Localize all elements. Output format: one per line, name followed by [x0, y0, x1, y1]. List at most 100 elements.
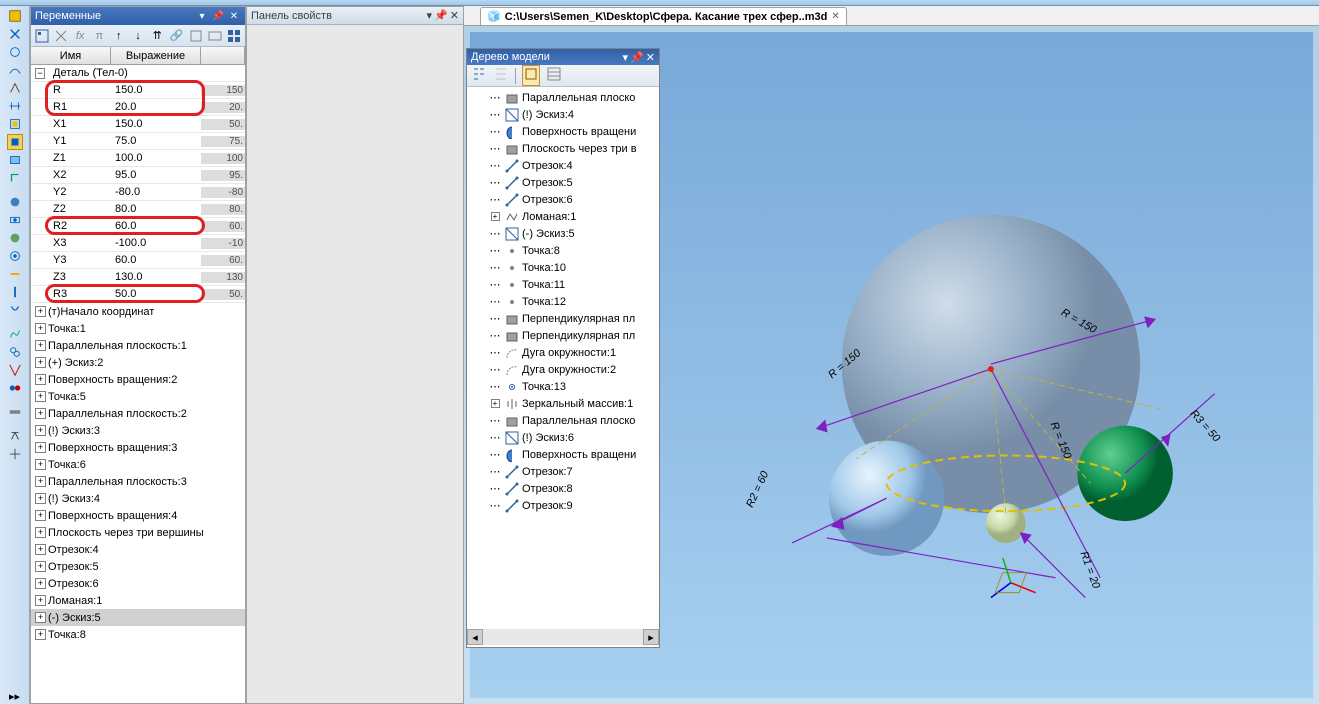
feature-tree-row[interactable]: +(!) Эскиз:4: [31, 490, 245, 507]
feature-tree-row[interactable]: +Точка:1: [31, 320, 245, 337]
var-root-label[interactable]: Деталь (Тел-0): [49, 67, 245, 79]
model-tree-row[interactable]: ⋯Параллельная плоско: [469, 412, 657, 429]
variable-row[interactable]: Y1 75.0 75.: [31, 133, 245, 150]
tool-icon[interactable]: [7, 326, 23, 342]
scroll-right-icon[interactable]: ▸: [643, 629, 659, 645]
model-tree-row[interactable]: ⋯(!) Эскиз:6: [469, 429, 657, 446]
var-expression[interactable]: 60.0: [111, 254, 201, 266]
variable-row[interactable]: X3 -100.0 -10: [31, 235, 245, 252]
tool-icon[interactable]: [7, 380, 23, 396]
var-expression[interactable]: 95.0: [111, 169, 201, 181]
close-icon[interactable]: ✕: [450, 9, 459, 22]
feature-tree-row[interactable]: +Отрезок:5: [31, 558, 245, 575]
tool-icon[interactable]: [7, 446, 23, 462]
model-tree-row[interactable]: +Ломаная:1: [469, 208, 657, 225]
model-tree-row[interactable]: ⋯Точка:8: [469, 242, 657, 259]
tool-icon[interactable]: [7, 302, 23, 318]
feature-tree-row[interactable]: +(+) Эскиз:2: [31, 354, 245, 371]
tool-icon[interactable]: [7, 344, 23, 360]
toolbar-button[interactable]: [52, 27, 69, 45]
var-expression[interactable]: 75.0: [111, 135, 201, 147]
var-expression[interactable]: -80.0: [111, 186, 201, 198]
var-name[interactable]: Y3: [49, 254, 111, 266]
tool-icon[interactable]: [7, 62, 23, 78]
column-header-name[interactable]: Имя: [31, 47, 111, 64]
model-tree-row[interactable]: ⋯(-) Эскиз:5: [469, 225, 657, 242]
model-tree-body[interactable]: ⋯Параллельная плоско⋯(!) Эскиз:4⋯Поверхн…: [467, 87, 659, 629]
toolbar-more-icon[interactable]: ▸▸: [7, 688, 23, 704]
tool-icon[interactable]: [7, 170, 23, 186]
model-tree-row[interactable]: ⋯Поверхность вращени: [469, 446, 657, 463]
var-name[interactable]: Y2: [49, 186, 111, 198]
var-name[interactable]: Z3: [49, 271, 111, 283]
model-tree-row[interactable]: ⋯Отрезок:4: [469, 157, 657, 174]
var-expression[interactable]: -100.0: [111, 237, 201, 249]
toolbar-button[interactable]: [226, 27, 243, 45]
tool-icon[interactable]: [7, 152, 23, 168]
tool-icon[interactable]: [7, 266, 23, 282]
tool-icon[interactable]: [7, 44, 23, 60]
var-name[interactable]: Z2: [49, 203, 111, 215]
tool-icon[interactable]: [7, 134, 23, 150]
feature-tree-row[interactable]: +Поверхность вращения:4: [31, 507, 245, 524]
pin-icon[interactable]: 📌: [434, 9, 448, 22]
toolbar-button[interactable]: [206, 27, 223, 45]
variables-body[interactable]: −Деталь (Тел-0) R 150.0 150 R1 20.0 20. …: [31, 65, 245, 703]
variable-row[interactable]: R2 60.0 60.: [31, 218, 245, 235]
feature-tree-row[interactable]: +Поверхность вращения:2: [31, 371, 245, 388]
model-tree-row[interactable]: ⋯Параллельная плоско: [469, 89, 657, 106]
feature-tree-row[interactable]: +Точка:6: [31, 456, 245, 473]
feature-tree-row[interactable]: +(!) Эскиз:3: [31, 422, 245, 439]
feature-tree-row[interactable]: +(-) Эскиз:5: [31, 609, 245, 626]
var-name[interactable]: R1: [49, 101, 111, 113]
toolbar-button[interactable]: ⇈: [149, 27, 166, 45]
var-expression[interactable]: 50.0: [111, 288, 201, 300]
feature-tree-row[interactable]: +Ломаная:1: [31, 592, 245, 609]
variable-row[interactable]: R 150.0 150: [31, 82, 245, 99]
model-tree-row[interactable]: ⋯Дуга окружности:1: [469, 344, 657, 361]
variable-row[interactable]: Z1 100.0 100: [31, 150, 245, 167]
dropdown-icon[interactable]: ▾: [427, 9, 433, 22]
feature-tree-row[interactable]: +Отрезок:4: [31, 541, 245, 558]
tree-mode-icon[interactable]: [522, 65, 540, 86]
model-tree-row[interactable]: ⋯Поверхность вращени: [469, 123, 657, 140]
var-name[interactable]: X1: [49, 118, 111, 130]
var-name[interactable]: R3: [49, 288, 111, 300]
var-name[interactable]: X2: [49, 169, 111, 181]
variable-row[interactable]: X1 150.0 50.: [31, 116, 245, 133]
column-header-value[interactable]: [201, 47, 245, 64]
tool-icon[interactable]: [7, 248, 23, 264]
toolbar-button[interactable]: π: [91, 27, 108, 45]
feature-tree-row[interactable]: +Точка:8: [31, 626, 245, 643]
model-tree-row[interactable]: +Зеркальный массив:1: [469, 395, 657, 412]
var-expression[interactable]: 150.0: [111, 84, 201, 96]
close-icon[interactable]: ✕: [646, 51, 655, 64]
model-tree-row[interactable]: ⋯Перпендикулярная пл: [469, 310, 657, 327]
scroll-left-icon[interactable]: ◂: [467, 629, 483, 645]
var-name[interactable]: Z1: [49, 152, 111, 164]
variable-row[interactable]: R1 20.0 20.: [31, 99, 245, 116]
tool-icon[interactable]: [7, 26, 23, 42]
variable-row[interactable]: Z3 130.0 130: [31, 269, 245, 286]
pin-icon[interactable]: 📌: [211, 9, 225, 23]
feature-tree-row[interactable]: +Точка:5: [31, 388, 245, 405]
var-name[interactable]: R: [49, 84, 111, 96]
tree-collapse-icon[interactable]: [493, 66, 509, 85]
document-tab[interactable]: 🧊 C:\Users\Semen_K\Desktop\Сфера. Касани…: [480, 7, 847, 25]
tool-icon[interactable]: [7, 230, 23, 246]
variable-row[interactable]: R3 50.0 50.: [31, 286, 245, 303]
var-expression[interactable]: 130.0: [111, 271, 201, 283]
var-name[interactable]: X3: [49, 237, 111, 249]
close-icon[interactable]: ✕: [227, 9, 241, 23]
close-tab-icon[interactable]: ✕: [831, 11, 839, 22]
model-tree-row[interactable]: ⋯Отрезок:6: [469, 191, 657, 208]
horizontal-scrollbar[interactable]: ◂ ▸: [467, 629, 659, 645]
model-tree-row[interactable]: ⋯Отрезок:7: [469, 463, 657, 480]
var-name[interactable]: Y1: [49, 135, 111, 147]
model-tree-row[interactable]: ⋯Отрезок:8: [469, 480, 657, 497]
toolbar-button[interactable]: ↑: [110, 27, 127, 45]
toolbar-button[interactable]: ↓: [129, 27, 146, 45]
var-name[interactable]: R2: [49, 220, 111, 232]
feature-tree-row[interactable]: +(т)Начало координат: [31, 303, 245, 320]
dropdown-icon[interactable]: ▾: [623, 51, 629, 64]
